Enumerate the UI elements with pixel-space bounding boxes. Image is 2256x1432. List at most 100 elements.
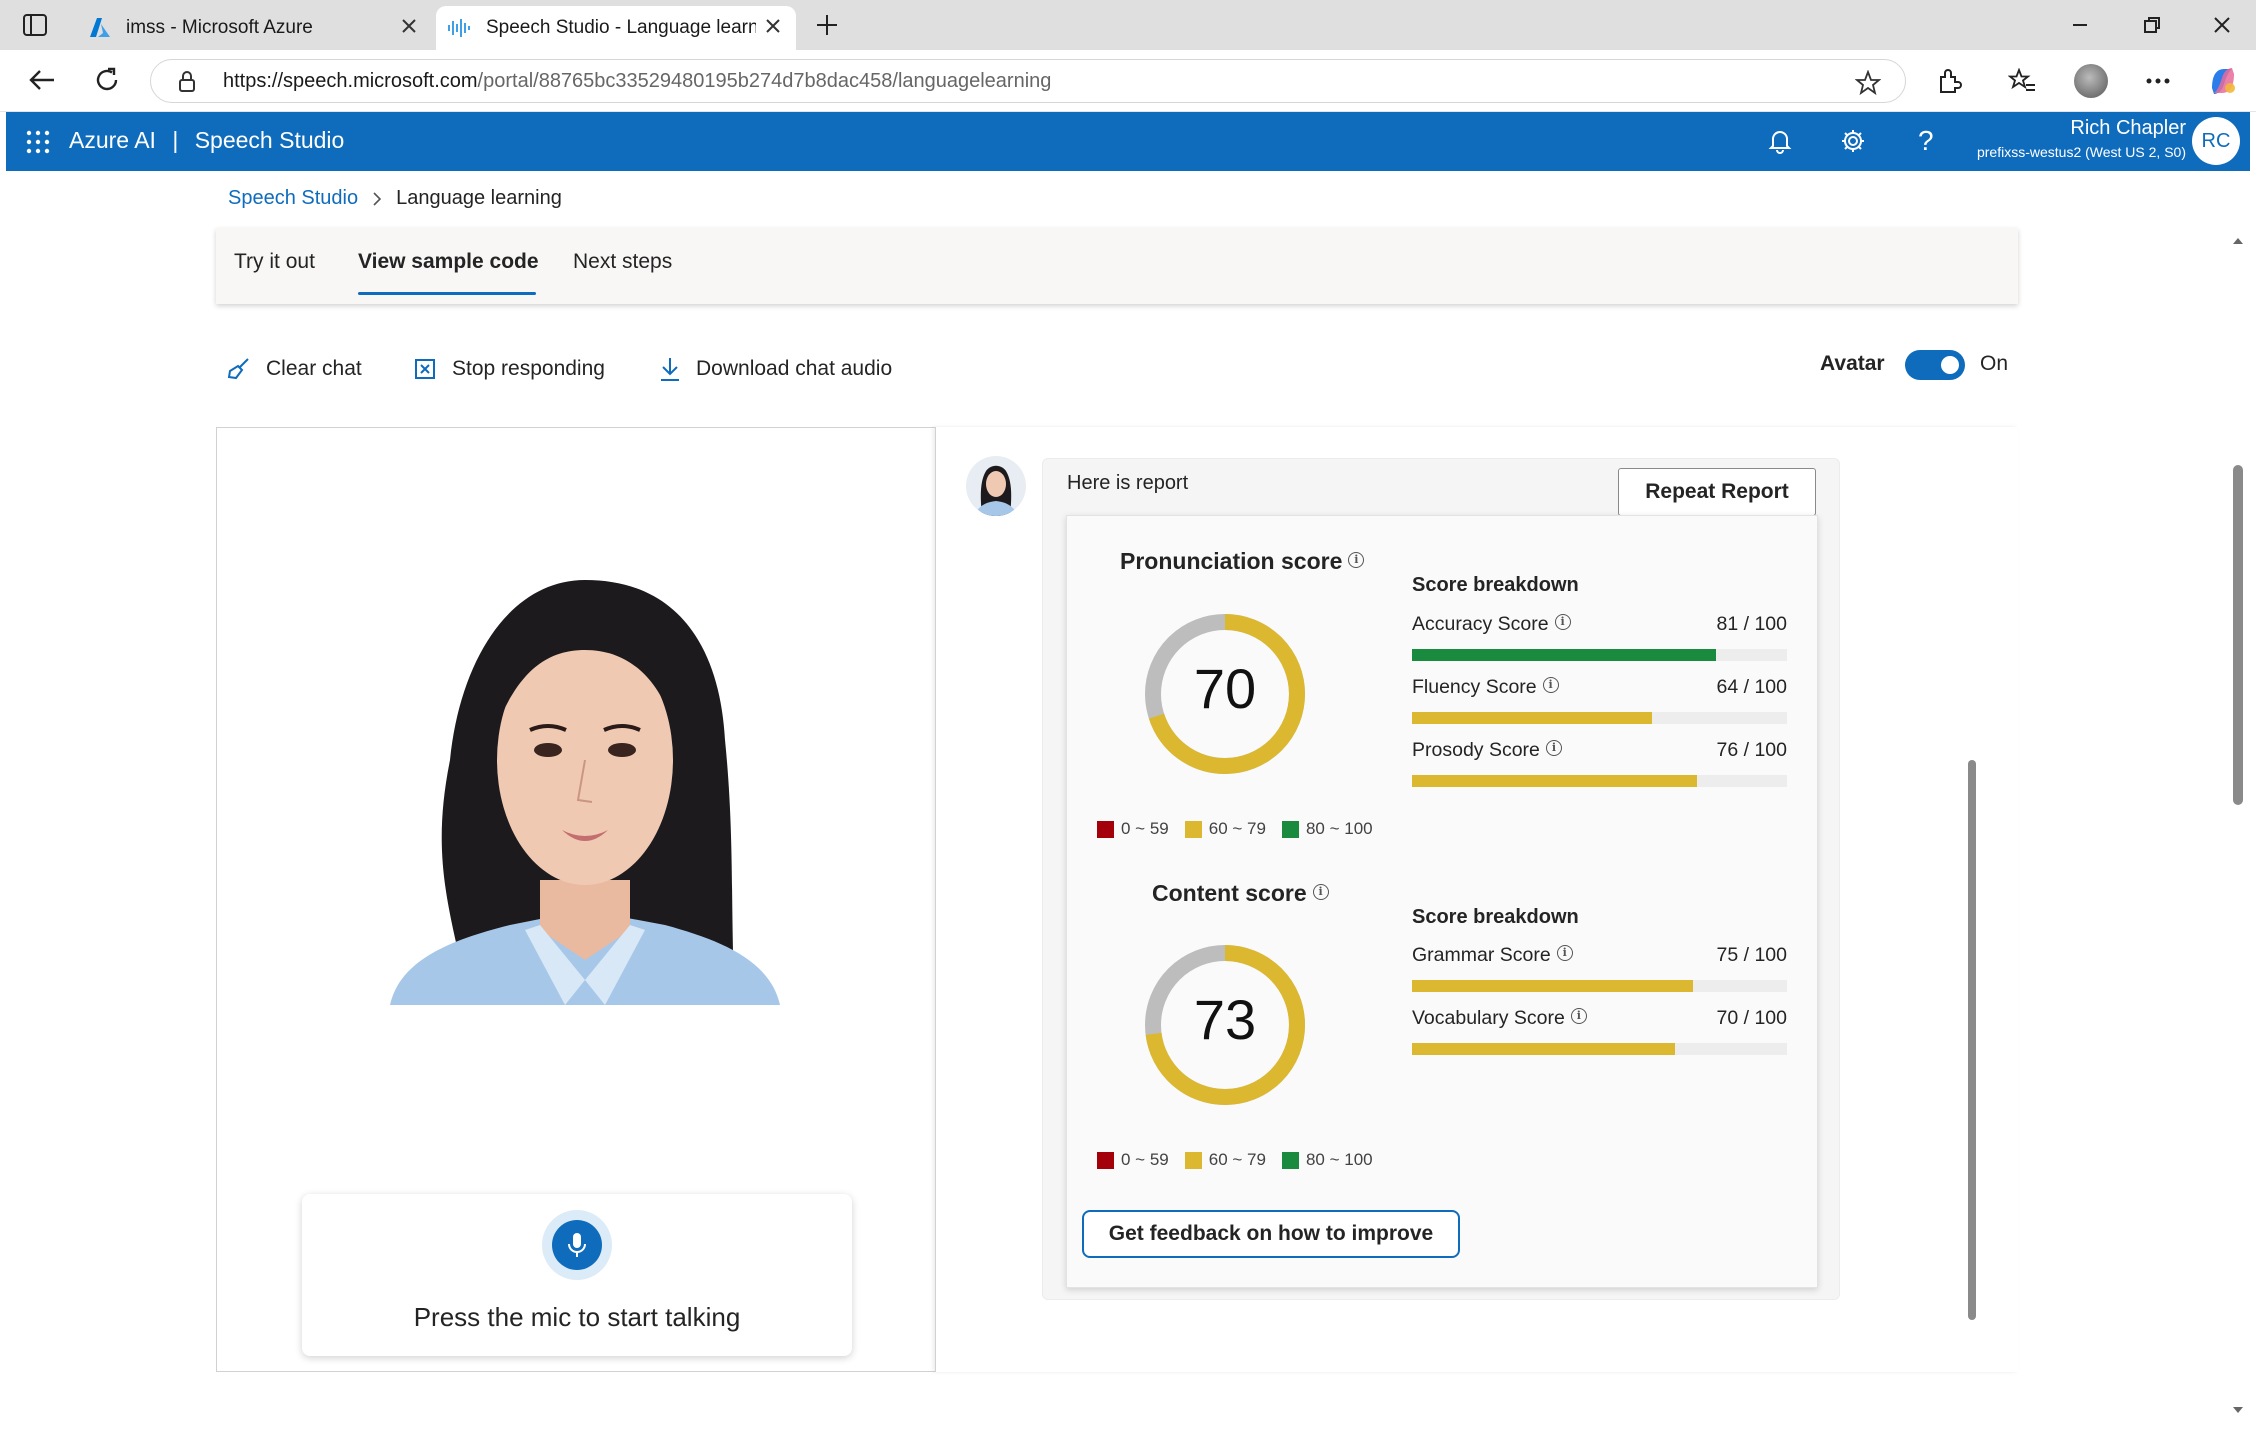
pronunciation-progress-fill-2 — [1412, 775, 1697, 787]
tab-try-it-out[interactable]: Try it out — [234, 250, 315, 274]
new-tab-icon[interactable] — [814, 12, 840, 38]
browser-tab-speech-studio[interactable]: Speech Studio - Language learnin — [436, 6, 796, 50]
breadcrumb-speech-studio[interactable]: Speech Studio — [228, 187, 358, 210]
favorite-star-icon[interactable] — [1855, 70, 1881, 96]
info-icon[interactable]: i — [1556, 944, 1573, 961]
active-tab-indicator — [358, 292, 536, 295]
stop-responding-label: Stop responding — [452, 357, 605, 380]
refresh-icon[interactable] — [93, 66, 121, 94]
content-value-1: 70 / 100 — [1716, 1007, 1787, 1029]
legend-label: 60 ~ 79 — [1208, 1150, 1266, 1169]
avatar-toggle-switch[interactable] — [1905, 350, 1965, 380]
profile-avatar-icon[interactable] — [2074, 64, 2108, 98]
page-scrollbar-thumb[interactable] — [2233, 465, 2243, 805]
tab-list: Try it out View sample code Next steps — [216, 228, 2018, 304]
stop-responding-button[interactable]: Stop responding — [412, 356, 605, 382]
url-bar[interactable]: https://speech.microsoft.com/portal/8876… — [150, 59, 1906, 103]
tab-title: imss - Microsoft Azure — [126, 17, 313, 38]
tab-title: Speech Studio - Language learnin — [486, 17, 756, 38]
info-icon[interactable]: i — [1554, 613, 1571, 630]
copilot-icon[interactable] — [2206, 64, 2240, 98]
scroll-up-icon[interactable] — [2232, 236, 2244, 246]
legend-label: 80 ~ 100 — [1305, 1150, 1373, 1169]
score-label-text: Prosody Score — [1412, 739, 1540, 761]
content-label-0: Grammar Score i — [1412, 944, 1573, 967]
mic-prompt: Press the mic to start talking — [413, 1302, 741, 1332]
back-icon[interactable] — [28, 67, 56, 93]
restore-icon[interactable] — [2142, 15, 2162, 35]
info-icon[interactable]: i — [1545, 739, 1562, 756]
pronunciation-progress-bar-2 — [1412, 775, 1787, 787]
chevron-right-icon — [372, 191, 382, 207]
browser-tab-azure[interactable]: imss - Microsoft Azure — [78, 6, 434, 50]
pronunciation-progress-bar-1 — [1412, 712, 1787, 724]
extensions-icon[interactable] — [1936, 68, 1962, 94]
pronunciation-progress-fill-1 — [1412, 712, 1652, 724]
clear-chat-button[interactable]: Clear chat — [226, 356, 362, 382]
legend-label: 80 ~ 100 — [1305, 819, 1373, 838]
app-launcher-icon[interactable] — [26, 130, 50, 154]
tab-actions-icon[interactable] — [22, 13, 48, 37]
pronunciation-breakdown-title: Score breakdown — [1412, 574, 1579, 596]
legend-item: 60 ~ 79 — [1184, 819, 1266, 839]
get-feedback-button[interactable]: Get feedback on how to improve — [1082, 1210, 1460, 1258]
clear-chat-label: Clear chat — [266, 357, 362, 380]
content-progress-bar-1 — [1412, 1043, 1787, 1055]
chat-scrollbar-thumb[interactable] — [1968, 760, 1976, 1320]
microphone-icon — [568, 1233, 586, 1257]
minimize-icon[interactable] — [2070, 15, 2090, 35]
content-score-title-text: Content score — [1152, 880, 1307, 906]
close-tab-icon[interactable] — [400, 17, 418, 35]
brand-title[interactable]: Azure AI — [69, 127, 156, 153]
info-icon[interactable]: i — [1542, 676, 1559, 693]
legend-label: 0 ~ 59 — [1121, 819, 1169, 838]
avatar-video — [390, 580, 780, 1005]
legend-swatch-green — [1281, 1151, 1299, 1169]
pronunciation-score-title: Pronunciation score i — [1120, 548, 1365, 575]
close-window-icon[interactable] — [2212, 15, 2232, 35]
notifications-icon[interactable] — [1768, 128, 1792, 154]
content-progress-fill-0 — [1412, 980, 1694, 992]
pronunciation-label-1: Fluency Score i — [1412, 676, 1559, 699]
broom-icon — [227, 358, 249, 380]
stop-square-icon — [415, 359, 435, 379]
more-menu-icon[interactable] — [2146, 78, 2170, 84]
user-avatar[interactable]: RC — [2192, 117, 2240, 165]
info-icon[interactable]: i — [1570, 1007, 1587, 1024]
pronunciation-value-1: 64 / 100 — [1716, 676, 1787, 698]
url-text: https://speech.microsoft.com/portal/8876… — [223, 70, 1051, 93]
content-score-value: 73 — [1193, 988, 1257, 1051]
pronunciation-label-2: Prosody Score i — [1412, 739, 1562, 762]
header-separator: | — [172, 127, 179, 153]
legend-label: 0 ~ 59 — [1121, 1150, 1169, 1169]
tab-next-steps[interactable]: Next steps — [573, 250, 672, 274]
pronunciation-value-0: 81 / 100 — [1716, 613, 1787, 635]
user-name[interactable]: Rich Chapler — [1896, 117, 2186, 140]
breadcrumb-current: Language learning — [396, 187, 562, 209]
lock-icon[interactable] — [177, 70, 197, 94]
legend-item: 0 ~ 59 — [1097, 1150, 1169, 1170]
score-label-text: Grammar Score — [1412, 944, 1551, 966]
download-chat-audio-button[interactable]: Download chat audio — [658, 356, 892, 382]
product-title[interactable]: Speech Studio — [195, 127, 345, 153]
favorites-icon[interactable] — [2008, 68, 2036, 94]
download-icon — [661, 358, 679, 381]
mic-button[interactable] — [542, 1210, 612, 1280]
content-value-0: 75 / 100 — [1716, 944, 1787, 966]
pronunciation-progress-fill-0 — [1412, 649, 1716, 661]
download-chat-audio-label: Download chat audio — [696, 357, 893, 380]
pronunciation-score-value: 70 — [1193, 657, 1257, 720]
legend-label: 60 ~ 79 — [1208, 819, 1266, 838]
repeat-report-button[interactable]: Repeat Report — [1618, 468, 1816, 516]
close-tab-icon[interactable] — [764, 17, 782, 35]
legend-swatch-green — [1281, 820, 1299, 838]
scroll-down-icon[interactable] — [2232, 1405, 2244, 1415]
settings-gear-icon[interactable] — [1840, 128, 1866, 154]
info-icon[interactable]: i — [1348, 551, 1365, 568]
page-scrollbar[interactable] — [2230, 230, 2246, 1430]
info-icon[interactable]: i — [1312, 883, 1329, 900]
avatar-toggle-state: On — [1980, 352, 2009, 375]
tab-view-sample-code[interactable]: View sample code — [358, 250, 539, 274]
legend-item: 0 ~ 59 — [1097, 819, 1169, 839]
legend-item: 80 ~ 100 — [1281, 1150, 1373, 1170]
